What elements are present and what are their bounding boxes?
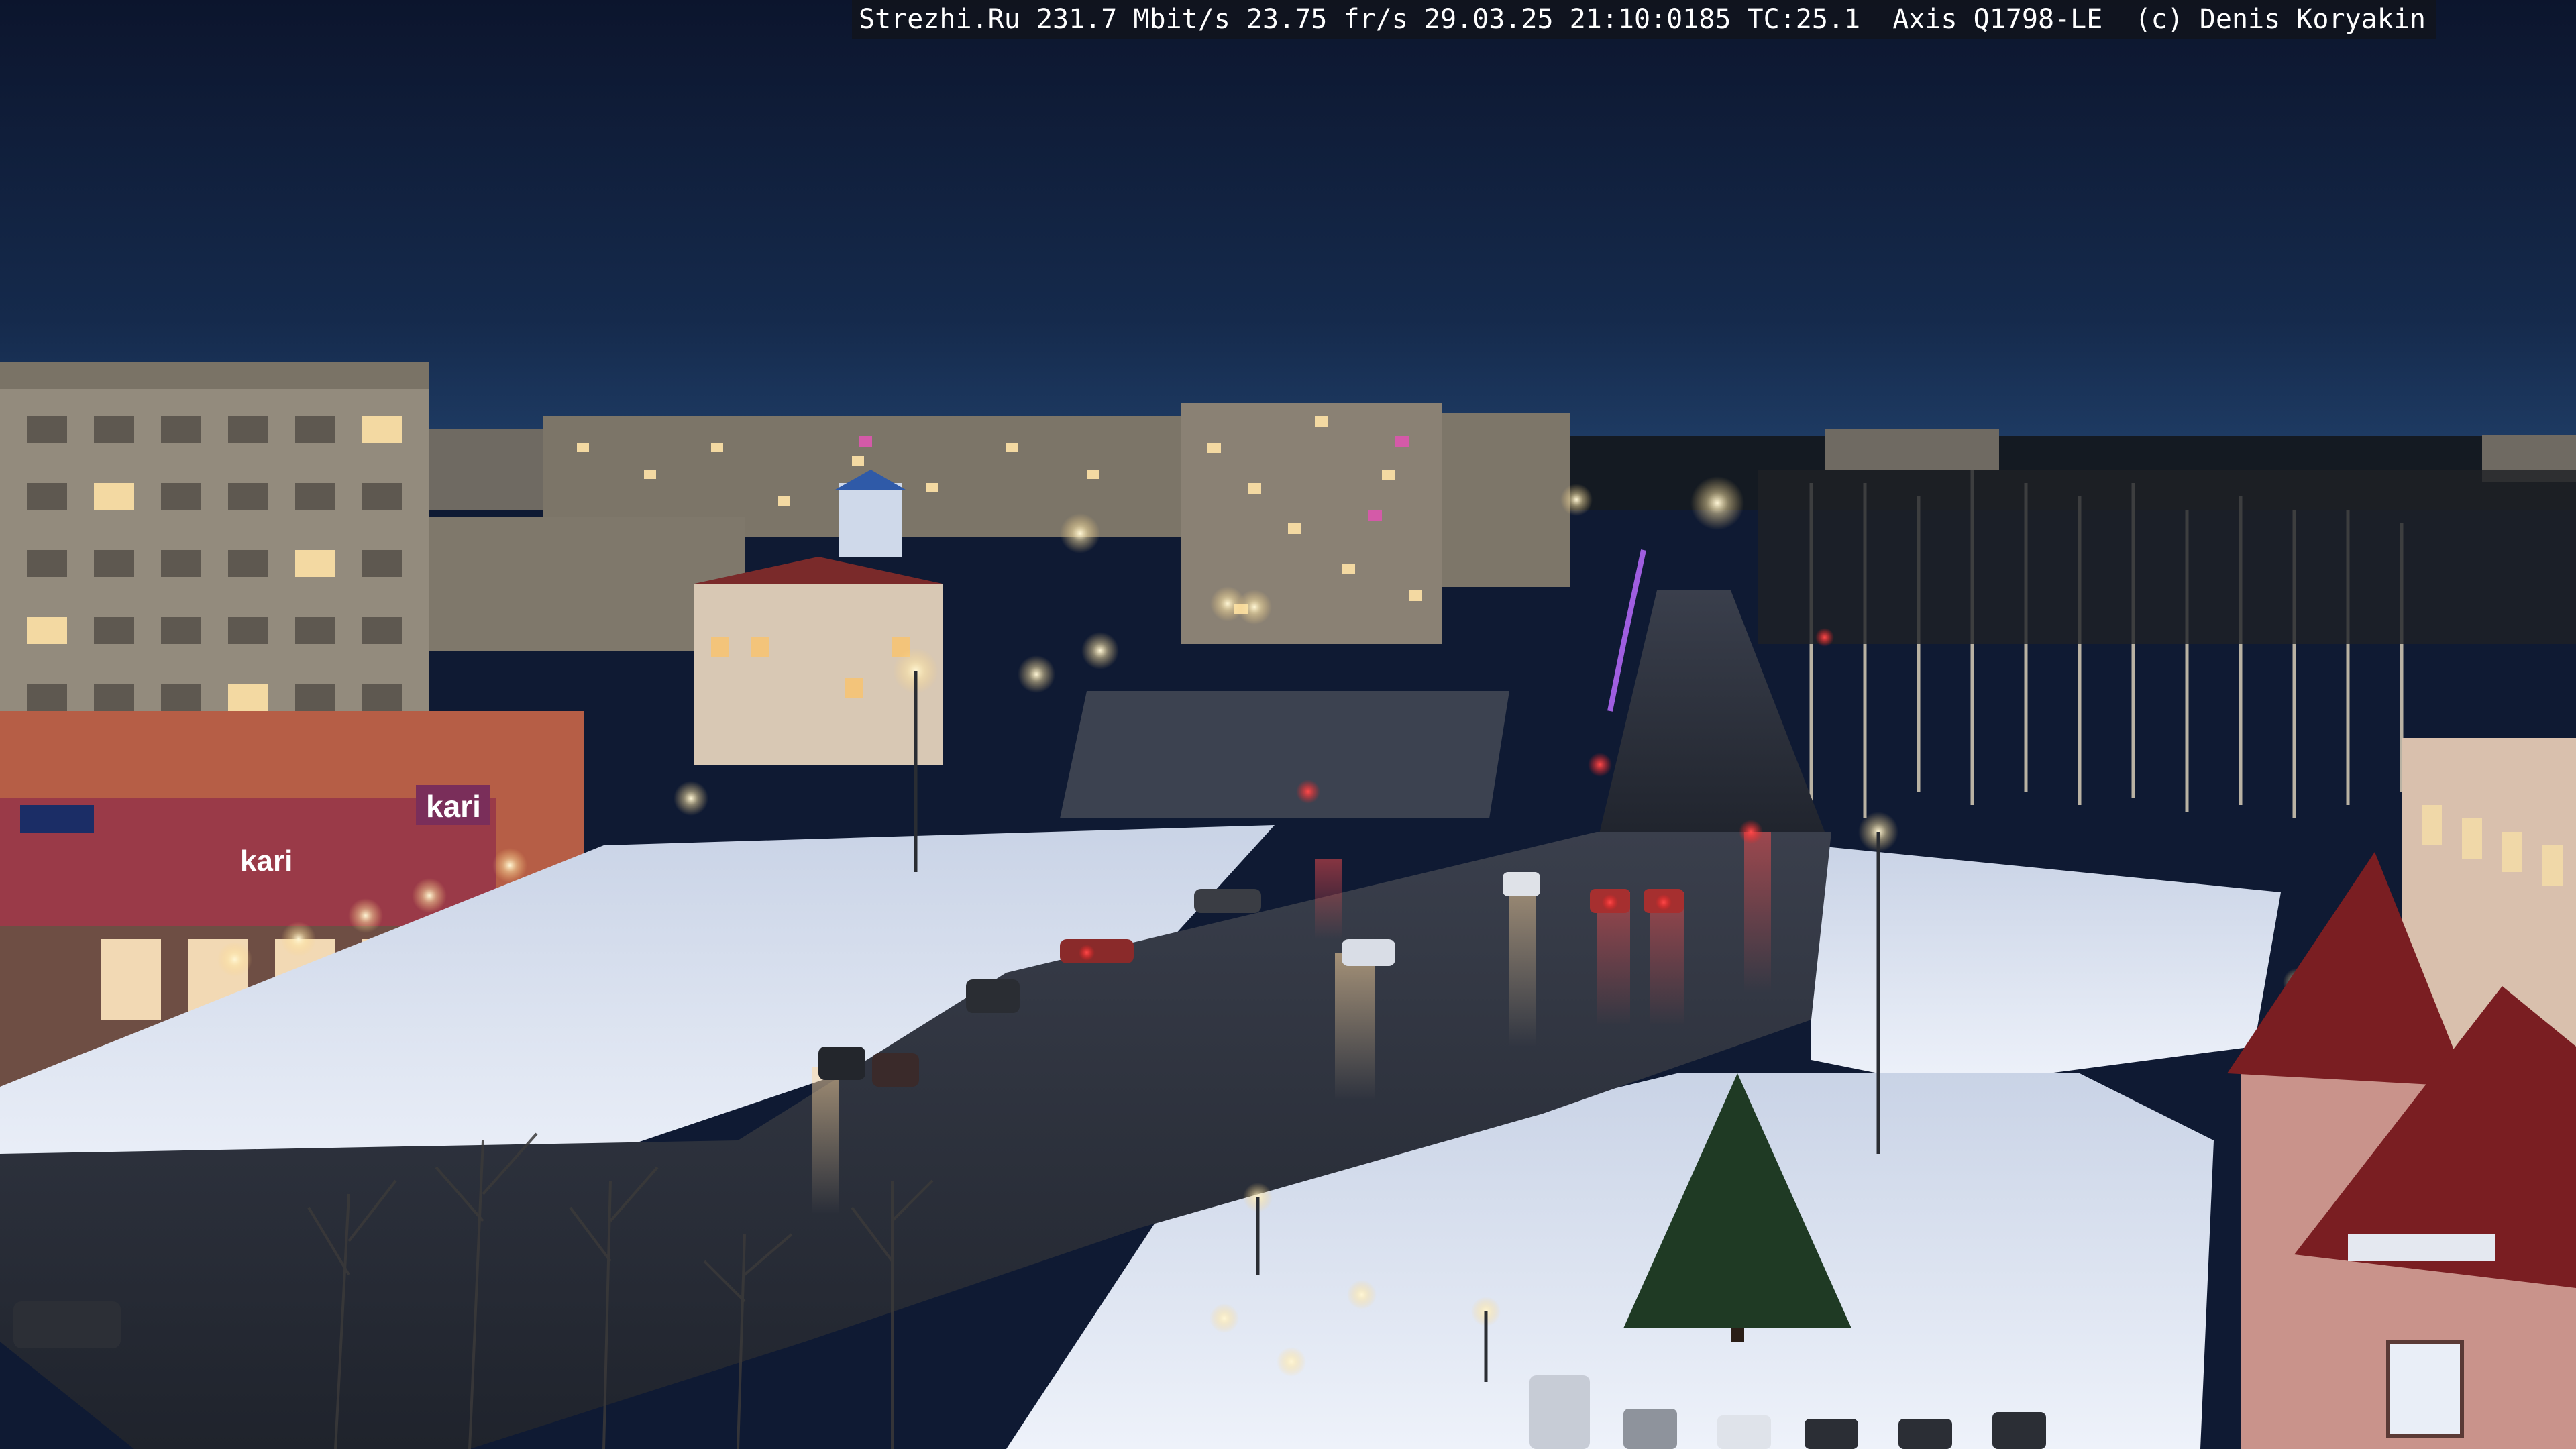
snow-right bbox=[1811, 845, 2281, 1087]
spruce-trunk bbox=[1731, 1328, 1744, 1342]
right-foreground-building bbox=[2227, 738, 2576, 1449]
osd-text: Strezhi.Ru 231.7 Mbit/s 23.75 fr/s 29.03… bbox=[859, 4, 2426, 35]
plaza bbox=[1060, 691, 1509, 818]
store-sign-kari-2: kari bbox=[240, 845, 292, 877]
store-sign-kari: kari bbox=[426, 789, 481, 824]
city-night-photo: kari kari bbox=[0, 0, 2576, 1449]
webcam-scene: kari kari Strezhi.Ru 231.7 Mbit/s 23.75 … bbox=[0, 0, 2576, 1449]
camera-osd-overlay: Strezhi.Ru 231.7 Mbit/s 23.75 fr/s 29.03… bbox=[852, 0, 2436, 39]
tree-canopy-right bbox=[1758, 470, 2576, 644]
